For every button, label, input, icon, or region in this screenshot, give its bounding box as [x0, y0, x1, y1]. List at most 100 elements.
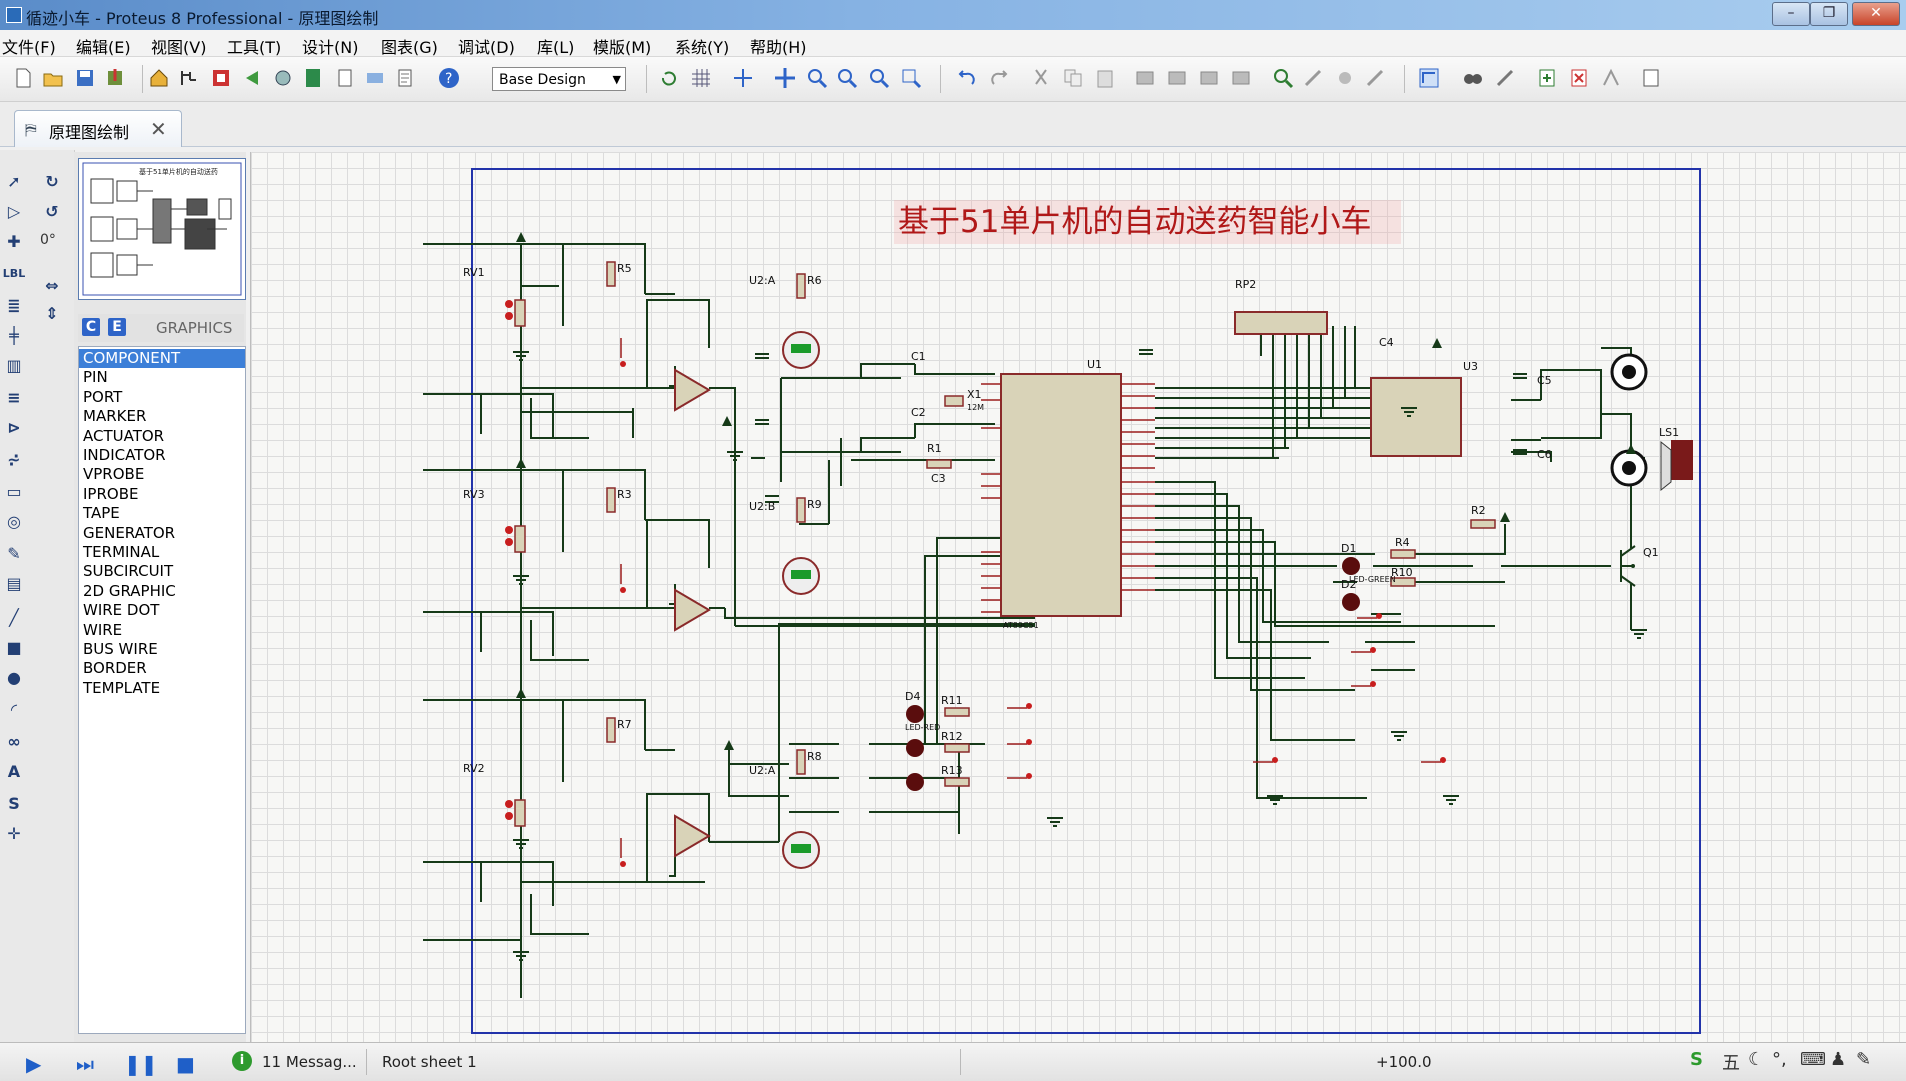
schematic-canvas[interactable]: 基于51单片机的自动送药智能小车 RV1 RV3 RV2 R5 R3 R7 R6… — [250, 152, 1906, 1042]
decompose-icon[interactable] — [1364, 67, 1386, 89]
info-icon[interactable]: i — [232, 1051, 252, 1071]
menu-library[interactable]: 库(L) — [537, 34, 574, 58]
symbol-tool-icon[interactable]: S — [2, 792, 26, 816]
sogou-ime-icon[interactable]: S — [1690, 1049, 1703, 1070]
mode-item[interactable]: BORDER — [79, 659, 245, 678]
search-icon[interactable] — [1462, 67, 1484, 89]
wire-autorouter-icon[interactable] — [1418, 67, 1440, 89]
bom-icon[interactable] — [334, 67, 356, 89]
block-delete-icon[interactable] — [1230, 67, 1252, 89]
overview-window[interactable]: 基于51单片机的自动送药 — [78, 158, 246, 300]
cut-icon[interactable] — [1030, 67, 1052, 89]
marker-tool-icon[interactable]: ✛ — [2, 822, 26, 846]
pin-icon[interactable]: ⊳ — [2, 416, 26, 440]
stop-icon[interactable]: ■ — [176, 1052, 195, 1076]
virtual-instrument-icon[interactable]: ▤ — [2, 572, 26, 596]
component-mode-icon[interactable]: ▷ — [2, 200, 26, 224]
make-device-icon[interactable] — [1302, 67, 1324, 89]
menu-edit[interactable]: 编辑(E) — [76, 34, 131, 58]
text-tool-icon[interactable]: A — [2, 760, 26, 784]
path-tool-icon[interactable]: ∞ — [2, 730, 26, 754]
mode-item[interactable]: WIRE DOT — [79, 601, 245, 620]
menu-help[interactable]: 帮助(H) — [750, 34, 807, 58]
ime-mode-label[interactable]: 五 — [1722, 1049, 1740, 1075]
import-icon[interactable] — [104, 67, 126, 89]
zoom-area-icon[interactable] — [900, 67, 922, 89]
tape-recorder-icon[interactable]: ▭ — [2, 480, 26, 504]
mode-item[interactable]: IPROBE — [79, 485, 245, 504]
mode-item[interactable]: COMPONENT — [79, 349, 245, 368]
rotation-angle-field[interactable]: 0° — [40, 232, 56, 248]
mode-item[interactable]: PORT — [79, 388, 245, 407]
block-move-icon[interactable] — [1166, 67, 1188, 89]
junction-dot-icon[interactable]: ✚ — [2, 230, 26, 254]
mode-item[interactable]: PIN — [79, 368, 245, 387]
mirror-horizontal-icon[interactable]: ⇔ — [40, 274, 64, 298]
voltage-probe-icon[interactable]: ✎ — [2, 542, 26, 566]
e-button[interactable]: E — [108, 318, 126, 336]
electrical-rules-icon[interactable] — [1640, 67, 1662, 89]
keyboard-icon[interactable]: ⌨ — [1800, 1049, 1826, 1070]
menu-design[interactable]: 设计(N) — [302, 34, 358, 58]
open-folder-icon[interactable] — [42, 67, 64, 89]
menu-tools[interactable]: 工具(T) — [227, 34, 281, 58]
mode-item[interactable]: ACTUATOR — [79, 427, 245, 446]
mode-item[interactable]: INDICATOR — [79, 446, 245, 465]
menu-system[interactable]: 系统(Y) — [675, 34, 729, 58]
remove-sheet-icon[interactable] — [1568, 67, 1590, 89]
box-tool-icon[interactable]: ■ — [2, 636, 26, 660]
schematic-icon[interactable] — [178, 67, 200, 89]
mode-item[interactable]: SUBCIRCUIT — [79, 562, 245, 581]
minimize-button[interactable]: – — [1772, 2, 1810, 26]
tools-icon[interactable]: ✎ — [1856, 1049, 1871, 1070]
home-icon[interactable] — [148, 67, 170, 89]
punctuation-icon[interactable]: °, — [1772, 1049, 1787, 1070]
subcircuit-icon[interactable]: ▥ — [2, 354, 26, 378]
design-variant-select[interactable]: Base Design ▼ — [492, 67, 626, 91]
mode-item[interactable]: MARKER — [79, 407, 245, 426]
generator-icon[interactable]: ◎ — [2, 510, 26, 534]
restore-button[interactable]: ❐ — [1810, 2, 1848, 26]
menu-graph[interactable]: 图表(G) — [381, 34, 438, 58]
pcb-icon[interactable] — [210, 67, 232, 89]
mode-item[interactable]: TEMPLATE — [79, 679, 245, 698]
graph-icon[interactable]: ⩫ — [2, 448, 26, 472]
new-sheet-icon[interactable] — [1536, 67, 1558, 89]
mode-item[interactable]: GENERATOR — [79, 524, 245, 543]
new-file-icon[interactable] — [12, 67, 34, 89]
step-icon[interactable]: ⏭ — [76, 1052, 94, 1076]
rotate-clockwise-icon[interactable]: ↻ — [40, 170, 64, 194]
grid-icon[interactable] — [690, 67, 712, 89]
mode-item[interactable]: WIRE — [79, 621, 245, 640]
zoom-out-icon[interactable] — [836, 67, 858, 89]
pause-icon[interactable]: ❚❚ — [124, 1052, 158, 1076]
mode-item[interactable]: VPROBE — [79, 465, 245, 484]
menu-debug[interactable]: 调试(D) — [458, 34, 515, 58]
selection-mode-icon[interactable]: ➚ — [2, 170, 26, 194]
packaging-icon[interactable] — [1334, 67, 1356, 89]
bus-icon[interactable]: ╪ — [2, 324, 26, 348]
notes-icon[interactable] — [394, 67, 416, 89]
menu-view[interactable]: 视图(V) — [151, 34, 206, 58]
circle-tool-icon[interactable]: ● — [2, 666, 26, 690]
pan-icon[interactable] — [774, 67, 796, 89]
exit-parent-icon[interactable] — [1600, 67, 1622, 89]
gerber-icon[interactable] — [302, 67, 324, 89]
redo-icon[interactable] — [988, 67, 1010, 89]
origin-icon[interactable] — [732, 67, 754, 89]
undo-icon[interactable] — [956, 67, 978, 89]
close-button[interactable]: ✕ — [1852, 2, 1900, 26]
zoom-in-icon[interactable] — [806, 67, 828, 89]
user-icon[interactable]: ♟ — [1830, 1049, 1846, 1070]
wire-label-icon[interactable]: LBL — [2, 262, 26, 286]
tab-close-icon[interactable]: ✕ — [150, 117, 167, 141]
menu-template[interactable]: 模版(M) — [593, 34, 651, 58]
source-code-icon[interactable] — [364, 67, 386, 89]
line-tool-icon[interactable]: ╱ — [2, 606, 26, 630]
mode-item[interactable]: 2D GRAPHIC — [79, 582, 245, 601]
block-copy-icon[interactable] — [1134, 67, 1156, 89]
refresh-icon[interactable] — [658, 67, 680, 89]
save-icon[interactable] — [74, 67, 96, 89]
menu-file[interactable]: 文件(F) — [2, 34, 56, 58]
message-count[interactable]: 11 Messag... — [262, 1053, 357, 1071]
